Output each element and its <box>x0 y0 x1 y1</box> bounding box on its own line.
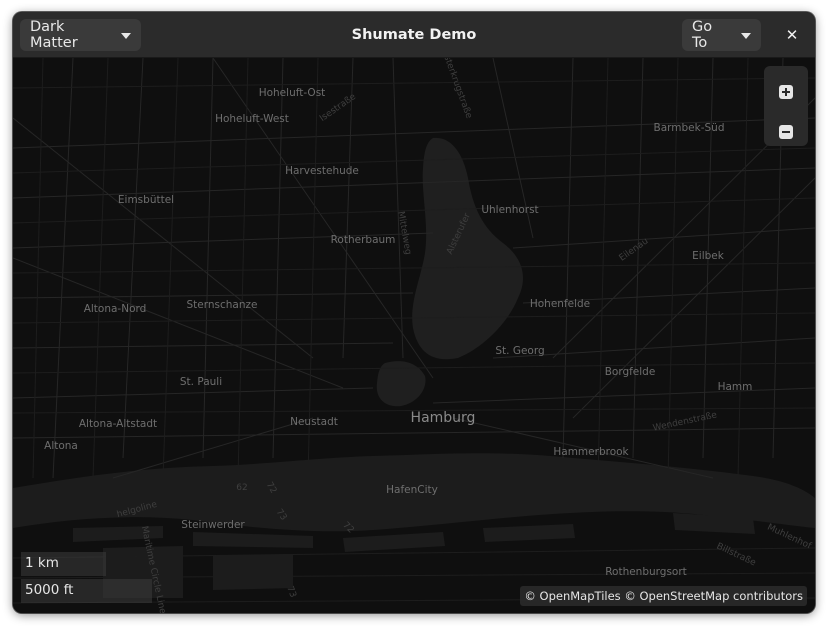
map-style-label: Dark Matter <box>30 19 78 51</box>
place-label: Neustadt <box>290 416 338 428</box>
app-window: Dark Matter Shumate Demo Go To ✕ Hoheluf… <box>13 12 815 613</box>
place-label: St. Georg <box>495 345 545 357</box>
place-label: HafenCity <box>386 484 438 496</box>
zoom-controls <box>764 66 808 146</box>
place-label: Uhlenhorst <box>481 204 539 216</box>
place-label: Harvestehude <box>285 165 359 177</box>
zoom-out-button[interactable] <box>772 118 800 146</box>
chevron-down-icon <box>121 32 131 39</box>
place-label: Hoheluft-Ost <box>258 87 326 99</box>
map-style-dropdown[interactable]: Dark Matter <box>20 19 141 51</box>
close-icon: ✕ <box>785 26 799 44</box>
place-label: Altona <box>44 440 78 452</box>
chevron-down-icon <box>741 32 751 39</box>
attribution-label[interactable]: © OpenMapTiles © OpenStreetMap contribut… <box>520 586 807 606</box>
place-label: Rothenburgsort <box>605 566 687 578</box>
place-label: Borgfelde <box>604 366 656 378</box>
place-label: Steinwerder <box>181 519 245 531</box>
plus-icon <box>779 85 793 99</box>
place-label: Altona-Altstadt <box>78 418 158 430</box>
header-bar: Dark Matter Shumate Demo Go To ✕ <box>13 12 815 58</box>
place-label: Hoheluft-West <box>215 113 289 125</box>
aussenalster-water <box>412 137 523 360</box>
city-label: Hamburg <box>410 410 476 426</box>
place-label: Hammerbrook <box>553 446 629 458</box>
place-label: Sternschanze <box>186 299 258 311</box>
place-label: Hohenfelde <box>529 298 591 310</box>
goto-label: Go To <box>692 19 713 51</box>
place-label: Barmbek-Süd <box>653 122 725 134</box>
map-base-layer <box>13 58 815 604</box>
place-label: Eimsbüttel <box>117 194 175 206</box>
scale-imperial: 5000 ft <box>21 579 152 603</box>
place-label: Altona-Nord <box>83 303 147 315</box>
close-button[interactable]: ✕ <box>779 22 805 48</box>
map-view[interactable]: Hoheluft-Ost Hoheluft-West Harvestehude … <box>13 58 815 613</box>
zoom-in-button[interactable] <box>772 78 800 106</box>
goto-dropdown[interactable]: Go To <box>682 19 761 51</box>
place-label: Eilbek <box>692 250 724 262</box>
minus-icon <box>779 125 793 139</box>
place-label: St. Pauli <box>179 376 223 388</box>
scale-metric: 1 km <box>21 552 106 576</box>
place-label: Rotherbaum <box>330 234 396 246</box>
street-label: 62 <box>236 483 248 493</box>
place-label: Hamm <box>717 381 753 393</box>
